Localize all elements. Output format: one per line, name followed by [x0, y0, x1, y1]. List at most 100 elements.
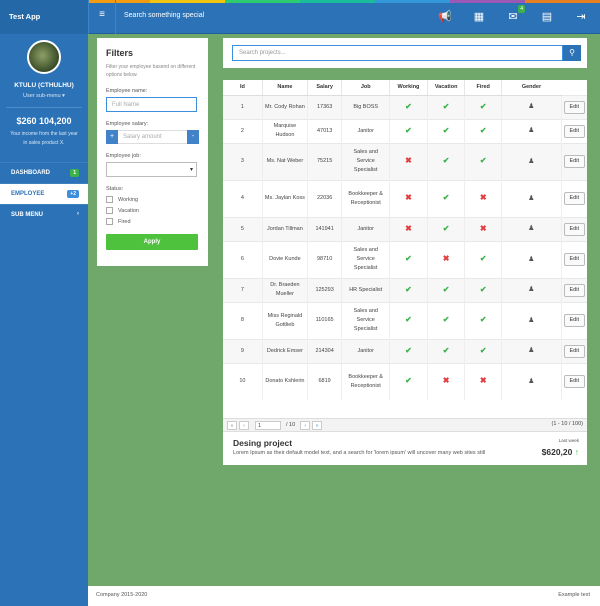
megaphone-icon[interactable]: 📢: [434, 8, 456, 26]
cell-actions: Edit: [560, 179, 587, 217]
edit-button[interactable]: Edit: [563, 192, 585, 205]
name-input[interactable]: Full Name: [106, 97, 197, 112]
cell-vacation: ✖: [426, 240, 465, 278]
sidebar-item-dashboard[interactable]: DASHBOARD 1: [0, 162, 88, 183]
logout-icon[interactable]: ⇥: [570, 8, 592, 26]
edit-button[interactable]: Edit: [563, 283, 585, 297]
first-page-button[interactable]: «: [227, 420, 237, 430]
status-checkbox-working[interactable]: Working: [106, 196, 199, 203]
checkbox-icon[interactable]: [106, 218, 113, 225]
table-row[interactable]: 7 Dr. Braeden Mueller 125293 HR Specialist ✔…: [223, 277, 587, 302]
edit-button[interactable]: Edit: [563, 124, 585, 138]
table-header: Id Name Salary Job Working Vacation Fired Gende…: [223, 80, 587, 96]
edit-button[interactable]: Edit: [563, 155, 585, 168]
app-title[interactable]: Test App: [0, 0, 88, 34]
person-icon: ♟: [528, 225, 535, 232]
column-header-job[interactable]: Job: [341, 80, 390, 96]
cell-fired: ✖: [464, 216, 502, 241]
check-icon: ✔: [405, 284, 412, 294]
cell-name: Dovie Kunde: [261, 240, 308, 278]
project-title[interactable]: Desing project: [233, 438, 577, 448]
avatar[interactable]: [27, 40, 61, 74]
mail-icon[interactable]: ✉ 4: [502, 5, 525, 26]
table-row[interactable]: 3 Ms. Nat Weber 75215 Sales and Service Spe…: [223, 142, 587, 180]
table-row[interactable]: 10 Donato Kshlerin 6819 Bookkeeper & Recept…: [223, 362, 587, 400]
top-search-input[interactable]: Search something special: [124, 12, 204, 19]
job-select[interactable]: ▾: [106, 162, 197, 177]
sidebar-item-sub-menu[interactable]: SUB MENU ‹: [0, 204, 88, 225]
cell-name: Miss Reginald Gottlieb: [261, 301, 308, 339]
last-page-button[interactable]: »: [312, 420, 323, 430]
apply-button[interactable]: Apply: [106, 234, 198, 250]
column-header-name[interactable]: Name: [261, 80, 308, 96]
cross-icon: ✖: [405, 193, 412, 202]
person-icon: ♟: [528, 127, 535, 134]
salary-minus-button[interactable]: -: [187, 130, 199, 144]
cell-job: Sales and Service Specialist: [341, 240, 390, 278]
stripe-segment: [150, 0, 225, 3]
cell-gender: ♟: [500, 240, 562, 278]
cell-id: 8: [223, 301, 263, 339]
edit-button[interactable]: Edit: [563, 314, 585, 327]
column-header-id[interactable]: Id: [223, 80, 263, 96]
check-icon: ✔: [479, 254, 487, 263]
edit-button[interactable]: Edit: [563, 100, 585, 114]
cell-vacation: ✔: [426, 301, 465, 339]
sidebar-item-employee[interactable]: EMPLOYEE +2: [0, 183, 88, 204]
next-page-button[interactable]: ›: [300, 420, 311, 430]
table-row[interactable]: 9 Dedrick Emser 214304 Janitor ✔ ✔ ✔ ♟ Edit: [223, 338, 587, 363]
column-header-working[interactable]: Working: [389, 80, 428, 96]
prev-page-button[interactable]: ‹: [239, 420, 249, 430]
cell-working: ✔: [389, 277, 428, 302]
user-sub-menu[interactable]: User sub-menu ▾: [0, 93, 88, 99]
cell-salary: 17363: [306, 94, 342, 119]
edit-button[interactable]: Edit: [563, 344, 585, 358]
check-icon: ✔: [405, 345, 412, 355]
column-header-gender[interactable]: Gender: [500, 80, 562, 96]
grid-icon[interactable]: ▦: [468, 8, 490, 26]
page-input[interactable]: 1: [255, 420, 281, 430]
column-header-vacation[interactable]: Vacation: [426, 80, 465, 96]
status-checkbox-vacation[interactable]: Vacation: [106, 207, 199, 214]
edit-button[interactable]: Edit: [563, 375, 585, 389]
table-row[interactable]: 1 Mr. Cody Rohan 17363 Big BOSS ✔ ✔ ✔ ♟ Edit: [223, 94, 587, 119]
document-icon[interactable]: ▤: [536, 8, 558, 26]
sidebar: KTULU (CTHULHU) User sub-menu ▾ $260 104…: [0, 34, 88, 606]
checkbox-icon[interactable]: [106, 196, 113, 203]
column-header-salary[interactable]: Salary: [306, 80, 342, 96]
table-row[interactable]: 2 Marquise Hudson 47013 Janitor ✔ ✔ ✔ ♟ Edit: [223, 118, 587, 143]
stripe-segment: [300, 0, 375, 3]
footer-copyright: Company 2015-2020: [96, 592, 148, 598]
cell-actions: Edit: [560, 277, 587, 302]
cell-vacation: ✔: [426, 179, 465, 217]
cell-gender: ♟: [500, 301, 562, 339]
edit-button[interactable]: Edit: [563, 222, 585, 236]
table-row[interactable]: 8 Miss Reginald Gottlieb 110165 Sales and S…: [223, 301, 587, 339]
project-search: Search projects... ⚲: [223, 38, 587, 68]
table-body: 1 Mr. Cody Rohan 17363 Big BOSS ✔ ✔ ✔ ♟ Edit 2 Mar…: [223, 94, 587, 400]
checkbox-icon[interactable]: [106, 207, 113, 214]
check-icon: ✔: [405, 125, 412, 135]
search-button[interactable]: ⚲: [563, 45, 581, 61]
table-row[interactable]: 6 Dovie Kunde 98710 Sales and Service Speci…: [223, 240, 587, 278]
menu-toggle-icon[interactable]: ≡: [88, 0, 116, 34]
salary-input[interactable]: Salary amount: [118, 130, 187, 144]
cell-name: Donato Kshlerin: [261, 362, 308, 400]
salary-plus-button[interactable]: +: [106, 130, 118, 144]
cross-icon: ✖: [479, 193, 487, 202]
status-checkbox-fired[interactable]: Fired: [106, 218, 199, 225]
cell-fired: ✔: [464, 118, 502, 143]
footer: Company 2015-2020 Example text: [88, 586, 600, 606]
check-icon: ✔: [405, 315, 412, 324]
cell-salary: 22036: [306, 179, 342, 217]
edit-button[interactable]: Edit: [563, 253, 585, 266]
table-row[interactable]: 5 Jordan Tillman 141941 Janitor ✖ ✔ ✖ ♟ Edit: [223, 216, 587, 241]
search-input[interactable]: Search projects...: [232, 45, 563, 61]
cell-gender: ♟: [500, 94, 562, 119]
check-icon: ✔: [442, 156, 450, 165]
column-header-fired[interactable]: Fired: [464, 80, 502, 96]
check-icon: ✔: [405, 254, 412, 263]
table-row[interactable]: 4 Ms. Jaylan Koss 22036 Bookkeeper & Recept…: [223, 179, 587, 217]
check-icon: ✔: [442, 284, 450, 294]
cell-job: Big BOSS: [341, 94, 390, 119]
